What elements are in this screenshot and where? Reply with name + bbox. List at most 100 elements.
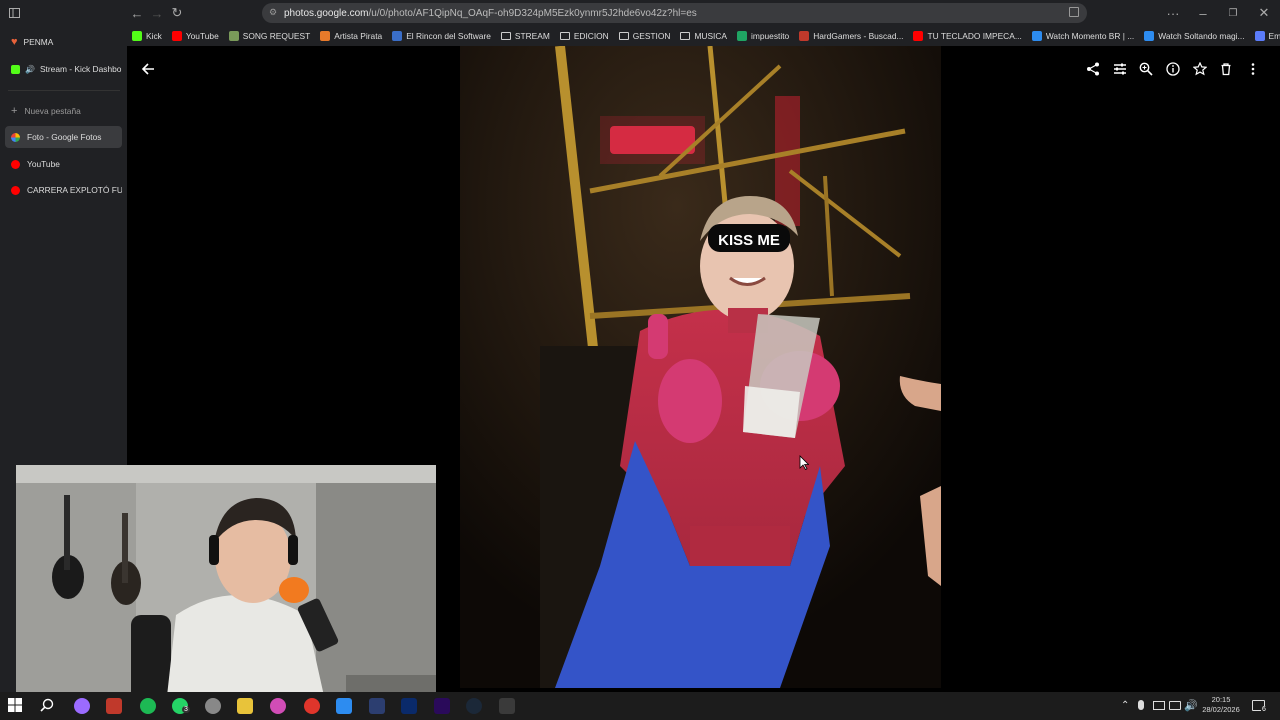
maximize-icon[interactable]: ❐ <box>1222 2 1244 24</box>
hardgamers-icon <box>799 31 810 41</box>
back-icon[interactable]: ← <box>126 2 148 24</box>
sunglasses-text: KISS ME <box>718 232 780 249</box>
sidebar-item-label: PENMA <box>23 37 54 47</box>
sidebar-divider <box>8 90 120 91</box>
sidebar-item-label: YouTube <box>27 159 60 169</box>
folder-icon <box>618 32 629 40</box>
more-menu-icon[interactable]: ··· <box>1162 2 1184 24</box>
app-icon[interactable] <box>369 698 385 714</box>
bookmark-item[interactable]: SONG REQUEST <box>224 27 315 45</box>
whatsapp-badge: 3 <box>182 706 190 713</box>
sidebar-new-tab[interactable]: + Nueva pestaña <box>5 100 122 122</box>
reload-icon[interactable]: ↻ <box>166 2 188 24</box>
kick-icon <box>11 64 20 74</box>
premiere-icon[interactable] <box>434 698 450 714</box>
windows-start-icon[interactable] <box>8 698 24 714</box>
site-info-icon[interactable]: ⚙ <box>269 7 277 18</box>
sidebar-toggle-icon[interactable] <box>3 2 25 24</box>
youtube-icon <box>171 31 182 41</box>
bookmark-item[interactable]: HardGamers - Buscad... <box>794 27 908 45</box>
file-explorer-icon[interactable] <box>237 698 253 714</box>
forward-icon[interactable]: → <box>146 2 168 24</box>
folder-icon <box>680 32 691 40</box>
bookmark-item[interactable]: impuestito <box>732 27 794 45</box>
edit-adjust-icon[interactable] <box>1111 60 1129 78</box>
share-icon[interactable] <box>1084 60 1102 78</box>
bookmark-item[interactable]: Artista Pirata <box>315 27 387 45</box>
volume-icon[interactable]: 🔊 <box>1184 699 1198 712</box>
bookmark-label: Artista Pirata <box>334 31 383 41</box>
heart-icon: ♥ <box>11 36 18 48</box>
speaker-icon[interactable]: 🔊 <box>25 65 35 74</box>
app-icon[interactable] <box>270 698 286 714</box>
app-icon[interactable] <box>499 698 515 714</box>
address-bar[interactable]: ⚙ photos.google.com/u/0/photo/AF1QipNq_O… <box>262 3 1087 23</box>
youtube-icon <box>11 159 20 169</box>
display-icon[interactable] <box>1169 701 1181 710</box>
obs-icon[interactable] <box>205 698 221 714</box>
bookmark-label: STREAM <box>514 31 550 41</box>
bookmark-item[interactable]: STREAM <box>496 27 555 45</box>
steam-icon[interactable] <box>466 698 482 714</box>
bookmark-item[interactable]: Embed Generator <box>1250 27 1280 45</box>
trash-icon[interactable] <box>1217 60 1235 78</box>
bookmark-label: EDICION <box>573 31 609 41</box>
bookmark-label: YouTube <box>185 31 219 41</box>
webcam-overlay <box>16 465 436 705</box>
tray-chevron-icon[interactable]: ⌃ <box>1121 700 1129 711</box>
url-host: photos.google.com <box>284 7 369 19</box>
photo-image: KISS ME <box>460 46 941 688</box>
plus-icon: + <box>11 105 18 117</box>
sidebar-item-youtube[interactable]: YouTube <box>5 153 122 175</box>
bookmark-label: El Rincon del Software <box>406 31 491 41</box>
bookmark-item[interactable]: TU TECLADO IMPECA... <box>908 27 1026 45</box>
app-icon[interactable] <box>106 698 122 714</box>
close-icon[interactable]: ✕ <box>1253 2 1275 24</box>
folder-icon <box>559 32 570 40</box>
embed-icon <box>1254 31 1265 41</box>
sidebar-item-penma[interactable]: ♥ PENMA <box>5 31 122 53</box>
bookmark-item[interactable]: MUSICA <box>675 27 732 45</box>
favorite-star-icon[interactable] <box>1191 60 1209 78</box>
app-icon[interactable] <box>336 698 352 714</box>
more-options-icon[interactable] <box>1244 60 1262 78</box>
clock[interactable]: 20:15 28/02/2026 <box>1200 695 1242 715</box>
microphone-icon[interactable] <box>1138 700 1144 710</box>
bookmark-item[interactable]: Kick <box>127 27 167 45</box>
bookmark-label: impuestito <box>751 31 790 41</box>
search-icon[interactable] <box>40 698 56 714</box>
bookmark-label: Kick <box>146 31 162 41</box>
reader-mode-icon[interactable] <box>1069 7 1079 17</box>
app-icon[interactable] <box>304 698 320 714</box>
bookmark-item[interactable]: YouTube <box>167 27 224 45</box>
sidebar-item-kick-stream[interactable]: 🔊 Stream - Kick Dashbo <box>5 58 122 80</box>
zoom-icon[interactable] <box>1137 60 1155 78</box>
bookmark-item[interactable]: EDICION <box>555 27 614 45</box>
back-arrow-icon[interactable] <box>139 60 157 78</box>
info-icon[interactable] <box>1164 60 1182 78</box>
mouse-cursor-icon <box>799 455 810 475</box>
sidebar-item-google-photos[interactable]: Foto - Google Fotos <box>5 126 122 148</box>
notifications-icon[interactable]: 6 <box>1252 700 1267 713</box>
minimize-icon[interactable]: – <box>1192 2 1214 24</box>
sidebar-item-youtube-video[interactable]: CARRERA EXPLOTÓ FUER <box>5 179 122 201</box>
bookmark-item[interactable]: Watch Momento BR | ... <box>1027 27 1139 45</box>
app-icon[interactable] <box>74 698 90 714</box>
notification-count: 6 <box>1261 706 1267 713</box>
time: 20:15 <box>1211 695 1231 704</box>
bookmark-item[interactable]: GESTION <box>614 27 676 45</box>
photoshop-icon[interactable] <box>401 698 417 714</box>
bookmark-label: TU TECLADO IMPECA... <box>927 31 1022 41</box>
youtube-icon <box>913 31 924 41</box>
network-icon[interactable] <box>1153 701 1165 710</box>
watch-icon <box>1144 31 1155 41</box>
ap-icon <box>320 31 331 41</box>
sidebar-item-label: Foto - Google Fotos <box>27 132 102 142</box>
bookmark-item[interactable]: Watch Soltando magi... <box>1139 27 1249 45</box>
folder-icon <box>500 32 511 40</box>
spotify-icon[interactable] <box>140 698 156 714</box>
date: 28/02/2026 <box>1202 705 1240 714</box>
bookmark-item[interactable]: El Rincon del Software <box>387 27 496 45</box>
whatsapp-icon[interactable]: 3 <box>172 698 190 714</box>
sidebar-item-label: Stream - Kick Dashbo <box>39 64 122 74</box>
